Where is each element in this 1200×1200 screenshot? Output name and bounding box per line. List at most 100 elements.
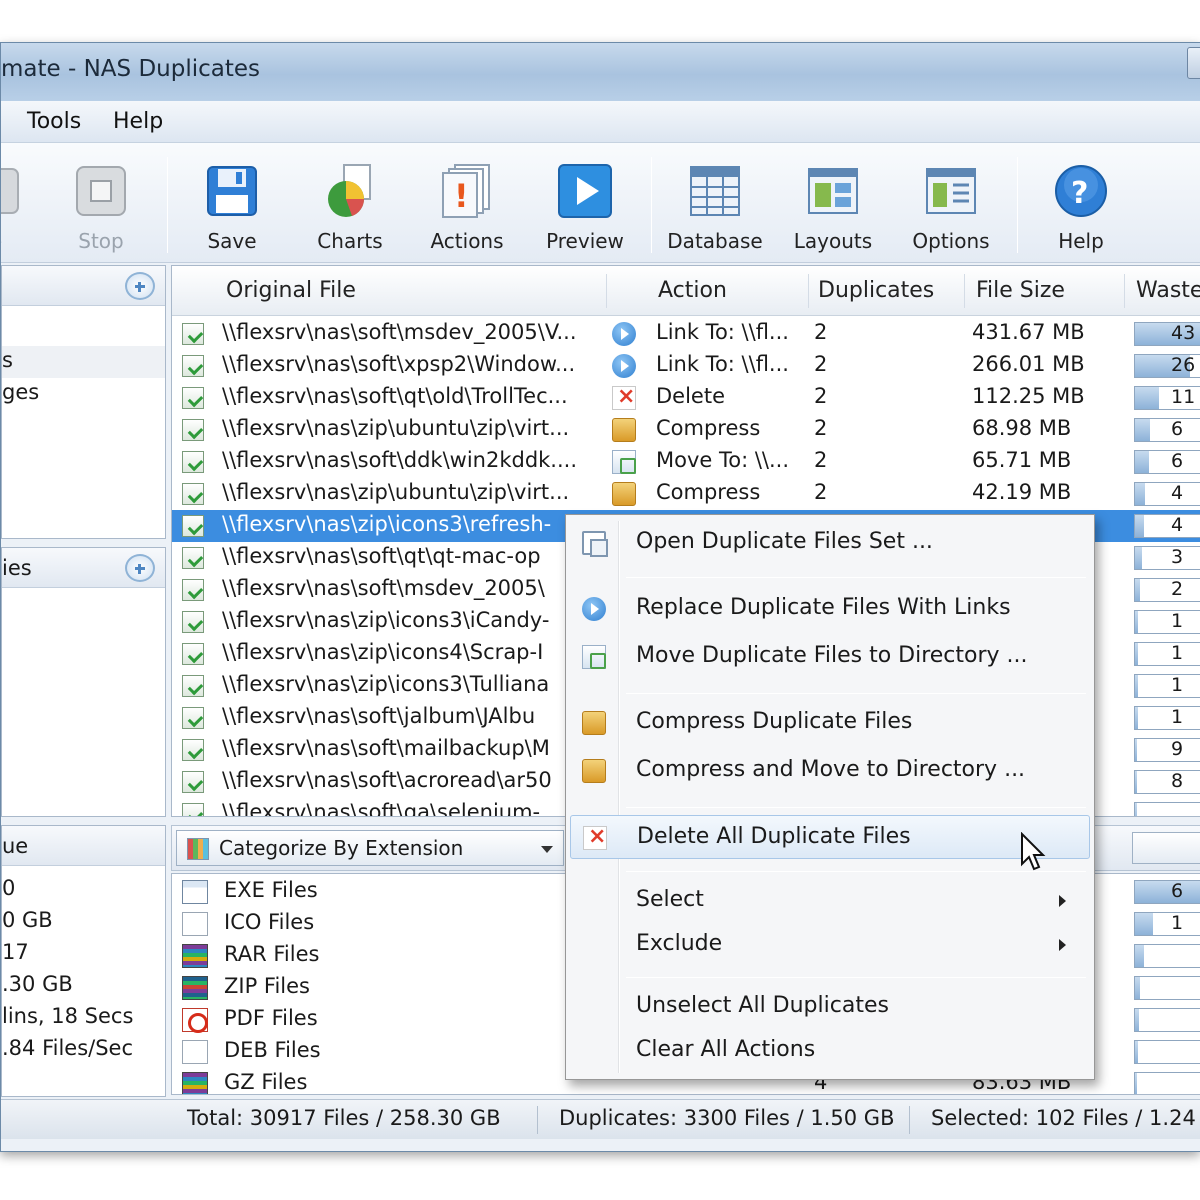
compress-icon (612, 482, 636, 506)
menu-item-label: Delete All Duplicate Files (637, 824, 911, 849)
action-cell: Compress (656, 480, 761, 504)
wasted-bar-fill (1135, 547, 1143, 569)
stat-value: lins, 18 Secs (2, 1004, 134, 1028)
categorize-icon (187, 838, 209, 860)
help-button[interactable]: ? Help (1026, 153, 1136, 257)
menu-delete-all-duplicates[interactable]: Delete All Duplicate Files (570, 815, 1090, 859)
wasted-value: 3 (1171, 546, 1184, 568)
column-file-size[interactable]: File Size (976, 278, 1065, 303)
panel-item[interactable]: ges (2, 380, 39, 404)
database-button[interactable]: Database (660, 153, 770, 257)
panel-item[interactable]: s (2, 348, 13, 372)
panel-selected-row[interactable] (2, 346, 165, 378)
toolbar: e Stop Save Charts ! Actions Preview Dat… (1, 143, 1200, 263)
run-button[interactable]: e (1, 153, 51, 257)
database-icon (690, 166, 740, 216)
table-row[interactable]: \\flexsrv\nas\soft\xpsp2\Window... Link T… (172, 350, 1200, 382)
minimize-button[interactable] (1187, 47, 1200, 79)
table-row[interactable]: \\flexsrv\nas\soft\msdev_2005\V... Link T… (172, 318, 1200, 350)
menu-bar: Tools Help (1, 101, 1200, 143)
expand-icon[interactable] (125, 272, 155, 300)
original-file-cell: \\flexsrv\nas\soft\jalbum\JAlbu (222, 704, 536, 728)
duplicates-cell: 2 (814, 352, 828, 376)
duplicate-file-icon (182, 675, 204, 697)
deb-file-icon (182, 1040, 208, 1064)
wasted-bar-fill (1135, 1073, 1137, 1094)
toolbar-separator (167, 157, 168, 253)
menu-compress-duplicates[interactable]: Compress Duplicate Files (570, 701, 1090, 745)
status-bar: Total: 30917 Files / 258.30 GB Duplicate… (1, 1099, 1200, 1139)
column-original-file[interactable]: Original File (226, 278, 356, 303)
duplicate-file-icon (182, 579, 204, 601)
preview-button[interactable]: Preview (530, 153, 640, 257)
save-label: Save (207, 229, 257, 253)
link-icon (612, 322, 636, 346)
wasted-value: 6 (1171, 418, 1184, 440)
wasted-value: 1 (1171, 642, 1184, 664)
column-separator (808, 274, 809, 308)
actions-button[interactable]: ! Actions (412, 153, 522, 257)
wasted-bar-fill (1135, 1041, 1138, 1063)
duplicate-file-icon (182, 355, 204, 377)
preview-label: Preview (546, 229, 624, 253)
duplicate-file-icon (182, 419, 204, 441)
file-size-cell: 42.19 MB (972, 480, 1072, 504)
table-row[interactable]: \\flexsrv\nas\soft\ddk\win2kddk.... Move … (172, 446, 1200, 478)
table-row[interactable]: \\flexsrv\nas\zip\ubuntu\zip\virt... Comp… (172, 478, 1200, 510)
grid-header: Original File Action Duplicates File Siz… (172, 266, 1200, 316)
status-total: Total: 30917 Files / 258.30 GB (187, 1106, 501, 1130)
expand-icon[interactable] (125, 554, 155, 582)
menu-item-label: Compress and Move to Directory ... (636, 757, 1026, 782)
charts-button[interactable]: Charts (295, 153, 405, 257)
gz-file-icon (182, 1072, 208, 1094)
column-wasted[interactable]: Wasted (1136, 278, 1200, 303)
category-label: ZIP Files (224, 974, 310, 998)
stop-button[interactable]: Stop (46, 153, 156, 257)
menu-open-duplicate-set[interactable]: Open Duplicate Files Set ... (570, 521, 1090, 565)
menu-move-to-directory[interactable]: Move Duplicate Files to Directory ... (570, 635, 1090, 679)
wasted-value: 1 (1171, 610, 1184, 632)
column-separator (964, 274, 965, 308)
categorize-filter-box[interactable] (1132, 832, 1200, 864)
menu-item-label: Exclude (636, 931, 723, 956)
menu-help[interactable]: Help (113, 109, 163, 134)
options-button[interactable]: Options (896, 153, 1006, 257)
category-label: PDF Files (224, 1006, 318, 1030)
panel-header: ue (2, 826, 165, 866)
status-separator (537, 1106, 538, 1134)
wasted-bar (1134, 976, 1200, 1000)
menu-tools[interactable]: Tools (27, 109, 81, 134)
wasted-bar-fill (1135, 451, 1150, 473)
column-duplicates[interactable]: Duplicates (818, 278, 934, 303)
wasted-bar-fill (1135, 419, 1150, 441)
wasted-bar-fill (1135, 483, 1145, 505)
wasted-value: 6 (1171, 450, 1184, 472)
wasted-bar: 43 (1134, 322, 1200, 346)
menu-clear-all-actions[interactable]: Clear All Actions (570, 1029, 1090, 1073)
category-label: DEB Files (224, 1038, 321, 1062)
duplicate-file-icon (182, 707, 204, 729)
menu-unselect-all[interactable]: Unselect All Duplicates (570, 985, 1090, 1029)
duplicates-cell: 2 (814, 416, 828, 440)
duplicates-cell: 2 (814, 448, 828, 472)
menu-exclude[interactable]: Exclude (570, 923, 1090, 967)
save-button[interactable]: Save (177, 153, 287, 257)
menu-item-label: Unselect All Duplicates (636, 993, 889, 1018)
action-cell: Link To: \\fl... (656, 352, 789, 376)
categorize-dropdown[interactable]: Categorize By Extension (176, 830, 564, 866)
compress-icon (612, 418, 636, 442)
left-panel-top: s ges (1, 265, 166, 539)
stop-icon (76, 166, 126, 216)
wasted-bar-fill (1135, 739, 1137, 761)
wasted-value: 6 (1171, 880, 1184, 902)
column-action[interactable]: Action (658, 278, 727, 303)
menu-select[interactable]: Select (570, 879, 1090, 923)
menu-replace-with-links[interactable]: Replace Duplicate Files With Links (570, 587, 1090, 631)
table-row[interactable]: \\flexsrv\nas\zip\ubuntu\zip\virt... Comp… (172, 414, 1200, 446)
menu-compress-and-move[interactable]: Compress and Move to Directory ... (570, 749, 1090, 793)
layouts-button[interactable]: Layouts (778, 153, 888, 257)
duplicate-file-icon (182, 515, 204, 537)
pdf-file-icon (182, 1008, 208, 1033)
wasted-bar: 26 (1134, 354, 1200, 378)
table-row[interactable]: \\flexsrv\nas\soft\qt\old\TrollTec... Del… (172, 382, 1200, 414)
